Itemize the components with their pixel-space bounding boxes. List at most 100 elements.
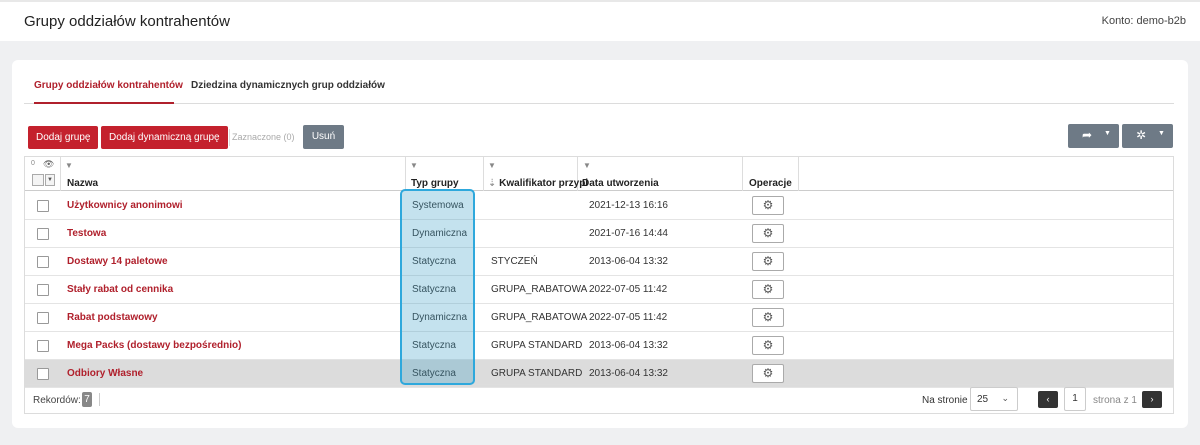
column-name: Nazwa — [67, 178, 99, 189]
row-qualifier: GRUPA_RABATOWA — [491, 284, 588, 295]
add-dynamic-group-button[interactable]: Dodaj dynamiczną grupę — [101, 126, 228, 149]
gear-icon: ⚙ — [762, 310, 774, 324]
main-card: Grupy oddziałów kontrahentów Dziedzina d… — [12, 60, 1188, 428]
row-date: 2022-07-05 11:42 — [589, 312, 668, 323]
row-date: 2013-06-04 13:32 — [589, 256, 668, 267]
page-input[interactable]: 1 — [1064, 387, 1086, 411]
sort-icon: ⇣ — [488, 178, 497, 189]
data-table: 0 👁 ▼ ▼ Nazwa ▼ Typ grupy ▼ ⇣ Kwalifikat… — [24, 156, 1174, 414]
top-bar: Grupy oddziałów kontrahentów Konto: demo… — [0, 0, 1200, 41]
row-operations-button[interactable]: ⚙ — [752, 280, 784, 299]
export-icon: ➦ — [1082, 128, 1093, 142]
row-operations-button[interactable]: ⚙ — [752, 224, 784, 243]
gear-icon: ⚙ — [762, 366, 774, 380]
row-operations-button[interactable]: ⚙ — [752, 308, 784, 327]
selected-count-label: Zaznaczone (0) — [229, 129, 295, 146]
table-row[interactable]: Mega Packs (dostawy bezpośrednio) Statycz… — [25, 332, 1173, 360]
row-operations-button[interactable]: ⚙ — [752, 252, 784, 271]
prev-page-button[interactable]: ‹ — [1038, 391, 1058, 408]
table-row[interactable]: Użytkownicy anonimowi Systemowa 2021-12-13… — [25, 192, 1173, 220]
column-ops: Operacje — [749, 178, 792, 189]
row-date: 2022-07-05 11:42 — [589, 284, 668, 295]
row-name-link[interactable]: Rabat podstawowy — [67, 312, 158, 323]
gear-icon: ⚙ — [762, 226, 774, 240]
table-row[interactable]: Dostawy 14 paletowe Statyczna STYCZEŃ 2013-… — [25, 248, 1173, 276]
column-type: Typ grupy — [411, 178, 459, 189]
gear-icon: ⚙ — [762, 198, 774, 212]
header-select-col: 0 👁 ▼ — [25, 157, 61, 191]
row-name-link[interactable]: Mega Packs (dostawy bezpośrednio) — [67, 340, 242, 351]
table-row[interactable]: Testowa Dynamiczna 2021-07-16 14:44 ⚙ — [25, 220, 1173, 248]
caret-down-icon: ▼ — [1104, 130, 1111, 137]
chevron-down-icon: ⌄ — [1001, 393, 1009, 403]
per-page-select[interactable]: 25 ⌄ — [970, 387, 1018, 411]
tabs: Grupy oddziałów kontrahentów Dziedzina d… — [24, 74, 1174, 104]
header-ops-col: Operacje — [743, 157, 799, 191]
per-page-value: 25 — [977, 394, 989, 405]
row-date: 2021-07-16 14:44 — [589, 228, 668, 239]
row-operations-button[interactable]: ⚙ — [752, 336, 784, 355]
row-operations-button[interactable]: ⚙ — [752, 196, 784, 215]
gear-icon: ⚙ — [762, 338, 774, 352]
row-checkbox[interactable] — [37, 200, 49, 212]
header-date-col[interactable]: ▼ Data utworzenia — [578, 157, 743, 191]
divider — [99, 393, 100, 406]
export-button[interactable]: ➦ ▼ — [1068, 124, 1119, 148]
row-date: 2013-06-04 13:32 — [589, 368, 668, 379]
tools-icon: ✲ — [1136, 128, 1147, 142]
records-label: Rekordów: — [33, 395, 81, 406]
per-page-label: Na stronie — [922, 395, 968, 406]
row-name-link[interactable]: Testowa — [67, 228, 106, 239]
divider — [229, 129, 230, 146]
row-checkbox[interactable] — [37, 312, 49, 324]
header-type-col[interactable]: ▼ Typ grupy — [406, 157, 484, 191]
row-checkbox[interactable] — [37, 284, 49, 296]
filter-icon[interactable]: ▼ — [410, 161, 418, 170]
column-date: Data utworzenia — [582, 178, 659, 189]
table-header: 0 👁 ▼ ▼ Nazwa ▼ Typ grupy ▼ ⇣ Kwalifikat… — [25, 157, 1173, 191]
account-label: Konto: demo-b2b — [1101, 15, 1186, 27]
table-row[interactable]: Stały rabat od cennika Statyczna GRUPA_RAB… — [25, 276, 1173, 304]
row-checkbox[interactable] — [37, 256, 49, 268]
row-name-link[interactable]: Użytkownicy anonimowi — [67, 200, 183, 211]
row-name-link[interactable]: Odbiory Własne — [67, 368, 143, 379]
row-checkbox[interactable] — [37, 340, 49, 352]
select-dropdown-icon[interactable]: ▼ — [45, 174, 55, 186]
select-all-checkbox[interactable] — [32, 174, 44, 186]
records-count: 7 — [82, 392, 92, 407]
row-checkbox[interactable] — [37, 368, 49, 380]
row-qualifier: GRUPA STANDARD — [491, 368, 583, 379]
filter-icon[interactable]: ▼ — [65, 161, 73, 170]
row-name-link[interactable]: Stały rabat od cennika — [67, 284, 173, 295]
row-qualifier: GRUPA STANDARD — [491, 340, 583, 351]
page-title: Grupy oddziałów kontrahentów — [24, 13, 230, 30]
caret-down-icon: ▼ — [1158, 130, 1165, 137]
filter-icon[interactable]: ▼ — [488, 161, 496, 170]
row-date: 2021-12-13 16:16 — [589, 200, 668, 211]
row-qualifier: STYCZEŃ — [491, 256, 538, 267]
column-qualifier: ⇣ Kwalifikator przypi — [488, 178, 589, 189]
page-of-label: strona z 1 — [1093, 395, 1137, 406]
eye-icon[interactable]: 👁 — [43, 159, 54, 170]
header-qualifier-col[interactable]: ▼ ⇣ Kwalifikator przypi — [484, 157, 588, 191]
tools-button[interactable]: ✲ ▼ — [1122, 124, 1173, 148]
next-page-button[interactable]: › — [1142, 391, 1162, 408]
selected-count-text: Zaznaczone (0) — [232, 132, 295, 142]
add-group-button[interactable]: Dodaj grupę — [28, 126, 99, 149]
gear-icon: ⚙ — [762, 254, 774, 268]
header-name-col[interactable]: ▼ Nazwa — [61, 157, 406, 191]
row-date: 2013-06-04 13:32 — [589, 340, 668, 351]
row-checkbox[interactable] — [37, 228, 49, 240]
filter-icon[interactable]: ▼ — [583, 161, 591, 170]
table-footer: Rekordów: 7 Na stronie 25 ⌄ ‹ 1 strona z… — [25, 384, 1173, 414]
selection-count: 0 — [31, 160, 35, 167]
row-operations-button[interactable]: ⚙ — [752, 364, 784, 383]
type-column-highlight — [400, 189, 475, 385]
row-name-link[interactable]: Dostawy 14 paletowe — [67, 256, 168, 267]
gear-icon: ⚙ — [762, 282, 774, 296]
tab-groups[interactable]: Grupy oddziałów kontrahentów — [34, 80, 183, 104]
row-qualifier: GRUPA_RABATOWA — [491, 312, 588, 323]
tab-dynamic-domain[interactable]: Dziedzina dynamicznych grup oddziałów — [191, 80, 385, 104]
delete-button[interactable]: Usuń — [303, 125, 344, 149]
table-row[interactable]: Rabat podstawowy Dynamiczna GRUPA_RABATOWA… — [25, 304, 1173, 332]
